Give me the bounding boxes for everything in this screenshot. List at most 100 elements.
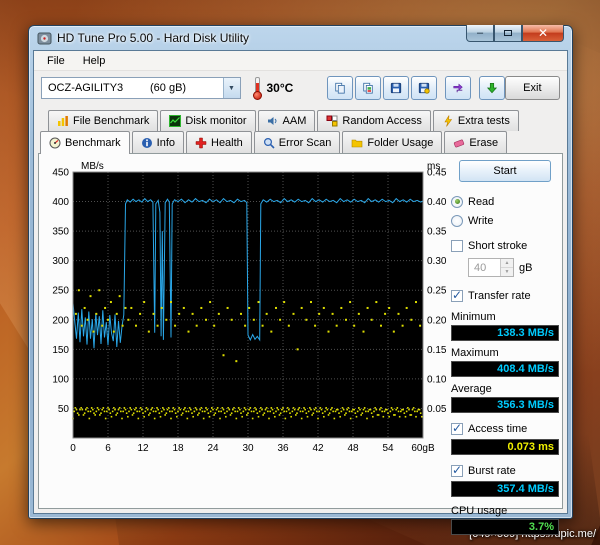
axis-tick-label: 0.40 — [427, 197, 447, 208]
swap-arrows-icon — [453, 83, 463, 93]
thermometer-icon — [251, 76, 263, 100]
benchmark-panel: 450 400 350 300 250 200 150 100 50 0.45 0.40 0.35 0.… — [38, 153, 563, 535]
tab-disk-monitor[interactable]: Disk monitor — [160, 110, 256, 131]
maximum-label: Maximum — [451, 347, 499, 359]
axis-tick-label: 0.30 — [427, 256, 447, 267]
drive-select-combobox[interactable]: OCZ-AGILITY3 (60 gB) ▼ — [41, 77, 241, 99]
tab-strip: File Benchmark Disk monitor AAM Random A… — [34, 105, 567, 154]
tab-erase[interactable]: Erase — [444, 131, 508, 153]
extra-tests-icon — [444, 115, 452, 127]
health-cross-icon — [195, 137, 207, 148]
chevron-down-icon[interactable]: ▼ — [222, 78, 240, 98]
update-button[interactable] — [479, 76, 505, 100]
average-label: Average — [451, 383, 492, 395]
spinner-buttons[interactable]: ▲ ▼ — [500, 259, 513, 276]
axis-tick-label: 50 — [58, 404, 70, 415]
menu-help[interactable]: Help — [74, 53, 115, 69]
axis-tick-label: 0.10 — [427, 374, 447, 385]
compare-button[interactable] — [445, 76, 471, 100]
cpu-usage-label: CPU usage — [451, 505, 508, 517]
short-stroke-capacity-input[interactable]: 40 ▲ ▼ — [468, 258, 514, 277]
window-body: File Help OCZ-AGILITY3 (60 gB) ▼ 30°C Ex… — [33, 50, 568, 535]
menu-file[interactable]: File — [38, 53, 74, 69]
info-icon — [141, 137, 152, 148]
short-stroke-checkbox[interactable] — [451, 239, 463, 252]
benchmark-graph-svg: 450400350300250200150100500.450.400.350.… — [52, 161, 447, 454]
minimum-label: Minimum — [451, 311, 496, 323]
read-label: Read — [468, 195, 495, 208]
tab-error-scan[interactable]: Error Scan — [253, 131, 341, 153]
write-radio[interactable] — [451, 214, 463, 227]
axis-tick-label: 250 — [52, 286, 69, 297]
save-text-button[interactable] — [383, 76, 410, 100]
burst-rate-label: Burst rate — [468, 464, 516, 477]
access-time-checkbox[interactable] — [451, 421, 463, 435]
benchmark-controls: Start Read Write Short stroke 40 ▲ ▼ gB … — [451, 160, 559, 535]
exit-button[interactable]: Exit — [504, 76, 560, 100]
copy-text-button[interactable] — [327, 76, 354, 100]
magnifier-icon — [263, 137, 275, 149]
app-icon — [37, 32, 52, 44]
axis-tick-label: 400 — [52, 197, 69, 208]
disk-monitor-icon — [169, 115, 182, 127]
tab-info[interactable]: Info — [131, 131, 184, 153]
axis-tick-label: ms — [427, 161, 440, 172]
tab-aam[interactable]: AAM — [257, 110, 316, 131]
short-stroke-label: Short stroke — [468, 239, 528, 252]
benchmark-gauge-icon — [49, 137, 61, 149]
save-image-icon — [419, 82, 430, 94]
transfer-rate-checkbox[interactable] — [451, 288, 463, 302]
axis-tick-label: 350 — [52, 227, 69, 238]
burst-rate-checkbox[interactable] — [451, 463, 463, 477]
maximize-button[interactable] — [494, 25, 522, 42]
tab-random-access[interactable]: Random Access — [317, 110, 431, 131]
close-button[interactable]: ✕ — [522, 25, 564, 42]
eraser-icon — [454, 139, 465, 147]
burst-rate-value: 357.4 MB/s — [451, 481, 559, 497]
menu-bar: File Help — [34, 51, 567, 71]
short-stroke-unit: gB — [519, 261, 533, 274]
axis-tick-label: 60gB — [411, 443, 435, 454]
drive-size: (60 gB) — [150, 82, 187, 94]
start-button[interactable]: Start — [459, 160, 551, 182]
tab-benchmark[interactable]: Benchmark — [40, 131, 130, 154]
axis-tick-label: 54 — [382, 443, 394, 454]
copy-image-button[interactable] — [355, 76, 382, 100]
titlebar[interactable]: HD Tune Pro 5.00 - Hard Disk Utility – ✕ — [33, 25, 568, 50]
save-image-button[interactable] — [411, 76, 438, 100]
write-label: Write — [468, 214, 494, 227]
benchmark-chart: 450 400 350 300 250 200 150 100 50 0.45 0.40 0.35 0.… — [41, 158, 455, 460]
toolbar: OCZ-AGILITY3 (60 gB) ▼ 30°C Exit — [34, 71, 567, 105]
minimum-value: 138.3 MB/s — [451, 325, 559, 341]
axis-tick-label: 300 — [52, 256, 69, 267]
down-arrow-icon — [486, 82, 497, 94]
random-access-icon — [326, 115, 338, 127]
axis-tick-label: 0.20 — [427, 315, 447, 326]
minimize-button[interactable]: – — [466, 25, 494, 42]
read-radio[interactable] — [451, 195, 463, 208]
hd-tune-window: HD Tune Pro 5.00 - Hard Disk Utility – ✕… — [28, 25, 573, 535]
window-title: HD Tune Pro 5.00 - Hard Disk Utility — [57, 31, 250, 45]
axis-tick-label: 0 — [70, 443, 76, 454]
tab-extra-tests[interactable]: Extra tests — [432, 110, 519, 131]
axis-tick-label: 0.35 — [427, 227, 447, 238]
axis-tick-label: 30 — [242, 443, 254, 454]
axis-tick-label: 450 — [52, 168, 69, 179]
copy-text-icon — [335, 82, 346, 94]
axis-tick-label: 36 — [277, 443, 289, 454]
tab-folder-usage[interactable]: Folder Usage — [342, 131, 443, 153]
axis-tick-label: 6 — [105, 443, 111, 454]
save-floppy-icon — [391, 82, 402, 94]
tab-health[interactable]: Health — [186, 131, 252, 153]
access-time-value: 0.073 ms — [451, 439, 559, 455]
file-benchmark-icon — [58, 116, 68, 126]
access-time-label: Access time — [468, 422, 528, 435]
axis-tick-label: 48 — [347, 443, 359, 454]
tab-file-benchmark[interactable]: File Benchmark — [48, 110, 159, 131]
axis-tick-label: 0.05 — [427, 404, 447, 415]
drive-name: OCZ-AGILITY3 — [48, 82, 124, 94]
average-value: 356.3 MB/s — [451, 397, 559, 413]
axis-tick-label: 200 — [52, 315, 69, 326]
cpu-usage-value: 3.7% — [451, 519, 559, 535]
axis-tick-label: 24 — [207, 443, 219, 454]
